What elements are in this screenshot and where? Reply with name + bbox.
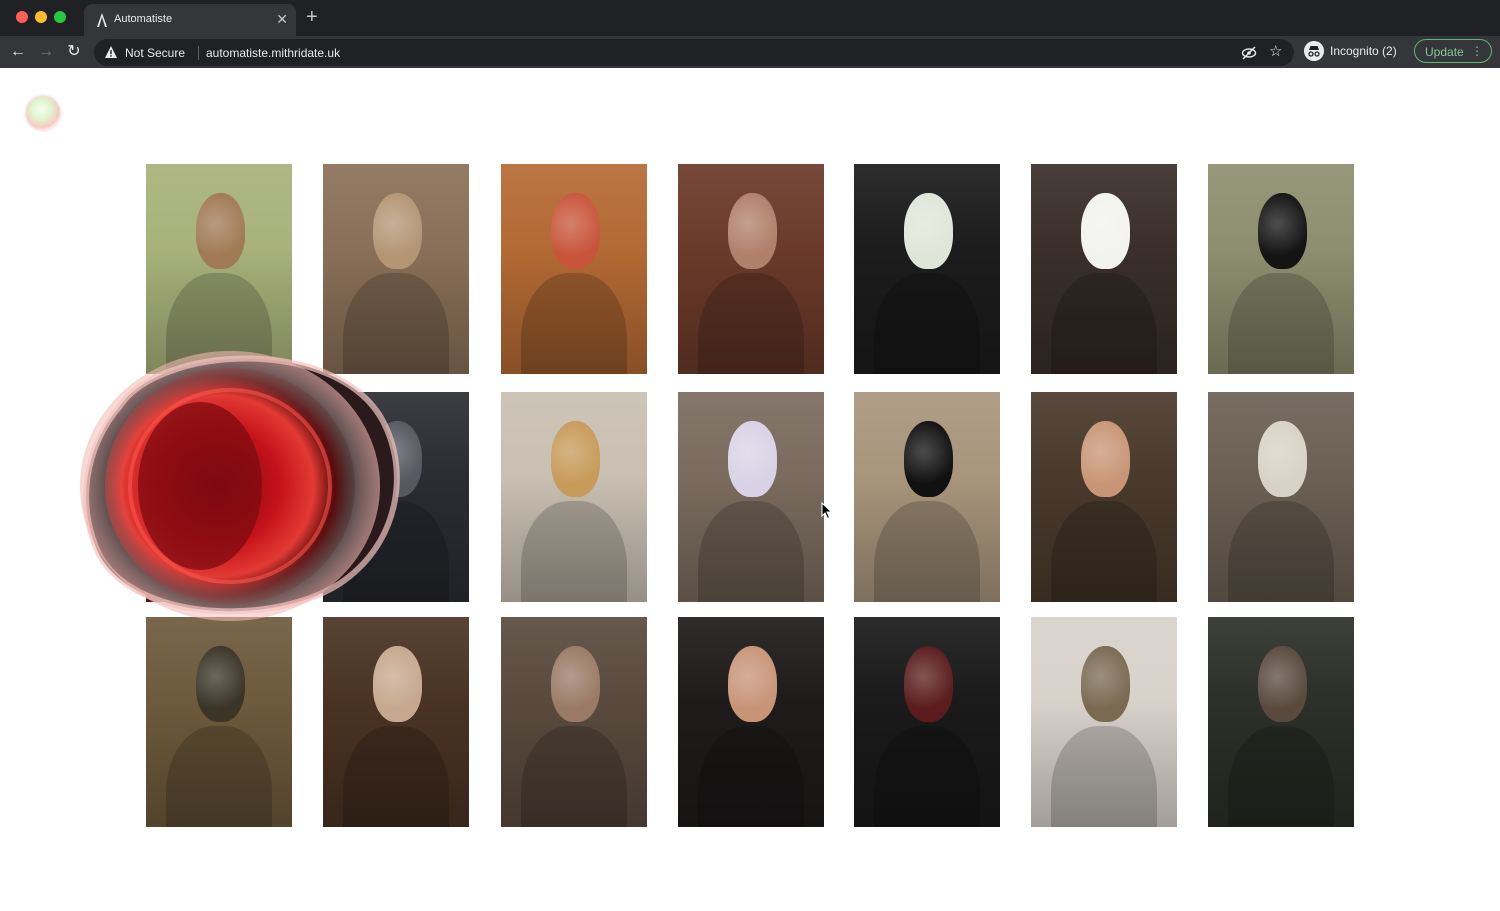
close-window-button[interactable] <box>16 11 28 23</box>
eye-off-icon[interactable] <box>1241 45 1257 61</box>
incognito-icon <box>1304 41 1324 61</box>
obscured-face <box>1257 193 1308 269</box>
figure-body <box>1228 273 1334 374</box>
obscured-face <box>727 646 778 722</box>
site-logo[interactable] <box>26 96 60 130</box>
obscured-face <box>903 646 954 722</box>
figure-body <box>698 273 804 374</box>
obscured-face <box>727 421 778 497</box>
browser-toolbar: ← → ↻ Not Secure automatiste.mithridate.… <box>0 36 1500 68</box>
portrait-3-3[interactable] <box>501 617 647 827</box>
update-button[interactable]: Update ⋮ <box>1414 39 1492 63</box>
obscured-face <box>372 193 423 269</box>
obscured-face <box>1080 193 1131 269</box>
figure-body <box>1051 726 1157 827</box>
portrait-3-7[interactable] <box>1208 617 1354 827</box>
portrait-1-6[interactable] <box>1031 164 1177 374</box>
browser-titlebar: Automatiste ✕ + <box>0 0 1500 36</box>
obscured-face <box>1257 646 1308 722</box>
site-favicon-icon <box>97 13 107 27</box>
incognito-label: Incognito (2) <box>1330 44 1397 58</box>
portrait-3-2[interactable] <box>323 617 469 827</box>
portrait-1-5[interactable] <box>854 164 1000 374</box>
portrait-3-5[interactable] <box>854 617 1000 827</box>
omnibox-divider <box>198 46 199 60</box>
portrait-1-2[interactable] <box>323 164 469 374</box>
figure-body <box>343 726 449 827</box>
portrait-1-3[interactable] <box>501 164 647 374</box>
obscured-face <box>195 646 246 722</box>
url-text[interactable]: automatiste.mithridate.uk <box>206 46 340 60</box>
figure-body <box>874 501 980 602</box>
warning-icon <box>105 46 117 58</box>
portrait-2-3[interactable] <box>501 392 647 602</box>
portrait-3-4[interactable] <box>678 617 824 827</box>
portrait-2-7[interactable] <box>1208 392 1354 602</box>
figure-body <box>1051 273 1157 374</box>
portrait-2-6[interactable] <box>1031 392 1177 602</box>
maximize-window-button[interactable] <box>54 11 66 23</box>
obscured-face <box>550 421 601 497</box>
figure-body <box>1228 726 1334 827</box>
obscured-face <box>1080 421 1131 497</box>
tab-title: Automatiste <box>114 13 173 25</box>
portrait-1-1[interactable] <box>146 164 292 374</box>
obscured-face <box>1257 421 1308 497</box>
portrait-2-4[interactable] <box>678 392 824 602</box>
forward-button[interactable]: → <box>35 41 57 63</box>
update-label: Update <box>1425 45 1464 59</box>
portrait-1-7[interactable] <box>1208 164 1354 374</box>
minimize-window-button[interactable] <box>35 11 47 23</box>
obscured-face <box>550 646 601 722</box>
obscured-face <box>372 646 423 722</box>
new-tab-button[interactable]: + <box>306 7 318 27</box>
bookmark-star-icon[interactable]: ☆ <box>1269 44 1282 60</box>
figure-body <box>698 726 804 827</box>
obscured-face <box>550 193 601 269</box>
security-status[interactable]: Not Secure <box>125 46 185 60</box>
browser-tab-active[interactable]: Automatiste ✕ <box>84 4 296 36</box>
portrait-3-6[interactable] <box>1031 617 1177 827</box>
back-button[interactable]: ← <box>7 41 29 63</box>
kebab-menu-icon[interactable]: ⋮ <box>1471 43 1483 59</box>
portrait-1-4[interactable] <box>678 164 824 374</box>
portrait-3-1[interactable] <box>146 617 292 827</box>
reload-button[interactable]: ↻ <box>63 41 85 63</box>
figure-body <box>1051 501 1157 602</box>
red-lens-distortion <box>80 351 400 621</box>
figure-body <box>521 273 627 374</box>
obscured-face <box>903 421 954 497</box>
figure-body <box>521 501 627 602</box>
figure-body <box>874 273 980 374</box>
figure-body <box>166 726 272 827</box>
figure-body <box>698 501 804 602</box>
mouse-cursor-icon <box>821 502 833 520</box>
incognito-profile-button[interactable]: Incognito (2) <box>1302 39 1410 63</box>
address-bar[interactable]: Not Secure automatiste.mithridate.uk ☆ <box>94 39 1294 66</box>
obscured-face <box>727 193 778 269</box>
page-viewport <box>0 68 1500 911</box>
figure-body <box>1228 501 1334 602</box>
obscured-face <box>1080 646 1131 722</box>
obscured-face <box>195 193 246 269</box>
portrait-2-5[interactable] <box>854 392 1000 602</box>
figure-body <box>874 726 980 827</box>
tab-close-icon[interactable]: ✕ <box>276 11 288 27</box>
figure-body <box>521 726 627 827</box>
obscured-face <box>903 193 954 269</box>
